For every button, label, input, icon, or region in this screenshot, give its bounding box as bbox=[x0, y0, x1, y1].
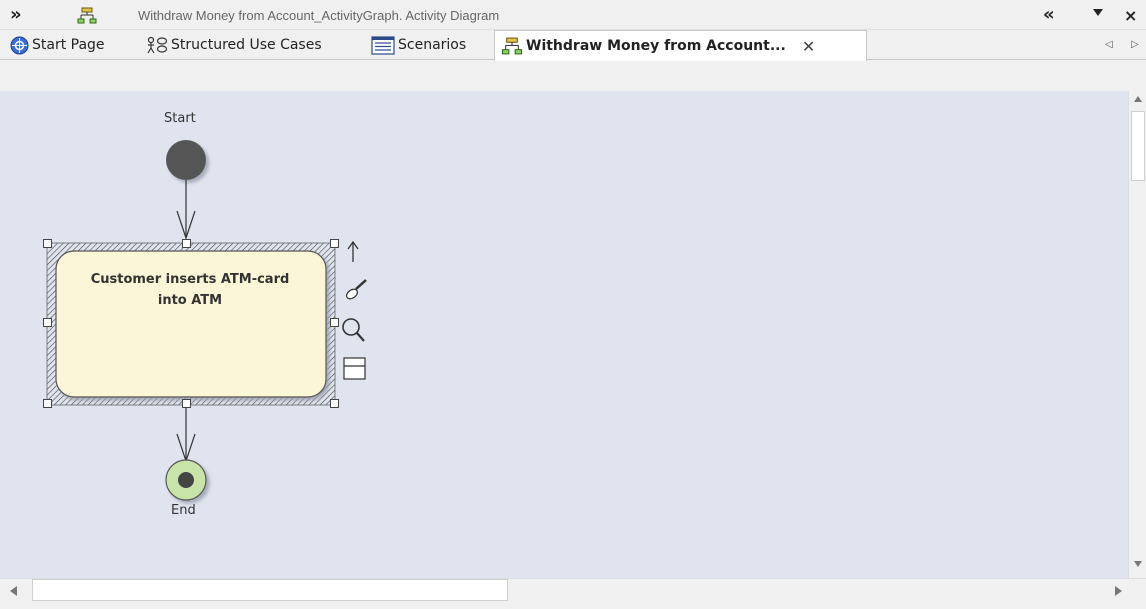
activity-diagram-icon bbox=[77, 7, 97, 24]
scenario-list-icon bbox=[371, 35, 395, 55]
tab-scroll-left-icon[interactable]: ◁ bbox=[1105, 39, 1113, 50]
resize-handle-top[interactable] bbox=[182, 239, 191, 248]
dropdown-arrow-icon[interactable] bbox=[1093, 9, 1103, 16]
start-node-label: Start bbox=[164, 111, 196, 126]
scroll-up-icon[interactable] bbox=[1134, 96, 1142, 102]
resize-handle-top-right[interactable] bbox=[330, 239, 339, 248]
collapse-panel-icon[interactable]: « bbox=[1043, 4, 1055, 25]
control-flow-activity-end[interactable] bbox=[176, 405, 196, 463]
tab-bar: Start Page Structured Use Cases Scenario… bbox=[0, 30, 1146, 61]
diagram-window: » Withdraw Money from Account_ActivityGr… bbox=[0, 0, 1146, 609]
diagram-canvas[interactable]: Start Customer inserts ATM-card into ATM… bbox=[0, 91, 1128, 578]
close-window-icon[interactable]: × bbox=[1124, 6, 1137, 25]
resize-handle-bottom-right[interactable] bbox=[330, 399, 339, 408]
start-page-icon bbox=[10, 36, 29, 54]
expand-panel-icon[interactable]: » bbox=[10, 4, 22, 25]
activity-node-label: Customer inserts ATM-card into ATM bbox=[70, 269, 310, 311]
window-title: Withdraw Money from Account_ActivityGrap… bbox=[138, 8, 500, 23]
activity-label-line2: into ATM bbox=[157, 293, 223, 308]
properties-panel-icon[interactable] bbox=[343, 357, 366, 380]
end-node-label: End bbox=[171, 503, 196, 518]
control-flow-start-activity[interactable] bbox=[176, 180, 196, 240]
tab-withdraw-money[interactable]: Withdraw Money from Account... ✕ bbox=[494, 30, 867, 61]
activity-diagram-icon bbox=[501, 37, 523, 54]
start-node[interactable] bbox=[166, 140, 206, 180]
resize-handle-bottom[interactable] bbox=[182, 399, 191, 408]
diagram-svg bbox=[46, 140, 367, 501]
resize-handle-bottom-left[interactable] bbox=[43, 399, 52, 408]
horizontal-scroll-thumb[interactable] bbox=[32, 579, 508, 601]
scroll-down-icon[interactable] bbox=[1134, 561, 1142, 567]
quick-linker-arrow-icon[interactable] bbox=[347, 240, 359, 262]
tab-scroll-right-icon[interactable]: ▷ bbox=[1131, 39, 1139, 50]
paint-brush-icon[interactable] bbox=[345, 279, 367, 301]
zoom-magnifier-icon[interactable] bbox=[342, 318, 365, 342]
tab-label: Withdraw Money from Account... bbox=[526, 38, 786, 54]
resize-handle-top-left[interactable] bbox=[43, 239, 52, 248]
vertical-scrollbar[interactable] bbox=[1128, 91, 1146, 578]
tab-close-icon[interactable]: ✕ bbox=[802, 37, 815, 56]
tab-scenarios[interactable]: Scenarios bbox=[371, 30, 466, 60]
activity-label-line1: Customer inserts ATM-card bbox=[90, 272, 290, 287]
tab-label: Structured Use Cases bbox=[171, 37, 322, 53]
tab-structured-use-cases[interactable]: Structured Use Cases bbox=[146, 30, 322, 60]
tab-start-page[interactable]: Start Page bbox=[10, 30, 105, 60]
resize-handle-right[interactable] bbox=[330, 318, 339, 327]
scroll-right-icon[interactable] bbox=[1115, 586, 1122, 596]
horizontal-scrollbar[interactable] bbox=[0, 578, 1146, 609]
use-case-icon bbox=[147, 36, 168, 53]
title-bar: » Withdraw Money from Account_ActivityGr… bbox=[0, 0, 1146, 30]
end-node[interactable] bbox=[165, 459, 207, 501]
scroll-left-icon[interactable] bbox=[10, 586, 17, 596]
vertical-scroll-thumb[interactable] bbox=[1131, 111, 1145, 181]
resize-handle-left[interactable] bbox=[43, 318, 52, 327]
tab-label: Start Page bbox=[32, 37, 105, 53]
tab-label: Scenarios bbox=[398, 37, 467, 53]
